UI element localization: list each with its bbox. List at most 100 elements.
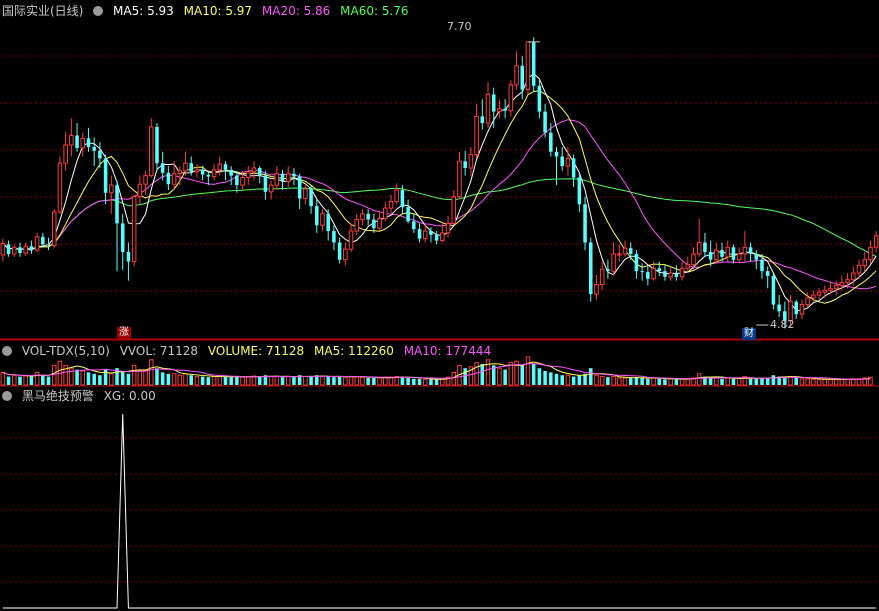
- candle-body: [348, 230, 354, 250]
- candle-body: [708, 252, 713, 260]
- volume-bar: [131, 364, 137, 386]
- volume-bar: [383, 376, 388, 386]
- cai-marker[interactable]: 财: [742, 328, 756, 340]
- candle-body: [583, 204, 587, 243]
- candle-body: [491, 94, 496, 112]
- candle-body: [417, 229, 422, 239]
- candle-body: [51, 211, 57, 246]
- candle-body: [445, 222, 451, 234]
- volume-bar: [845, 378, 850, 386]
- volume-bar: [348, 376, 354, 386]
- volume-bar: [160, 372, 165, 385]
- candle-body: [257, 167, 262, 176]
- volume-bar: [560, 375, 564, 385]
- candle-body: [748, 247, 753, 254]
- candle-body: [223, 164, 228, 170]
- volume-bar: [377, 377, 382, 386]
- settings-dot-icon[interactable]: [93, 6, 104, 16]
- volume-bar: [69, 367, 74, 386]
- candle-body: [714, 249, 719, 261]
- ma10-label: MA10: 5.97: [183, 4, 253, 18]
- candle-body: [6, 244, 11, 254]
- volume-bar: [400, 376, 405, 385]
- main-panel-header: 国际实业(日线) MA5: 5.93 MA10: 5.97 MA20: 5.86…: [2, 3, 415, 19]
- volume-bar: [86, 372, 91, 385]
- volume-bar: [412, 378, 416, 385]
- volume-bar: [537, 368, 542, 385]
- volume-bar: [148, 359, 154, 386]
- candle-body: [480, 116, 485, 124]
- candle-body: [822, 289, 828, 293]
- candle-body: [372, 219, 376, 229]
- candle-body: [594, 284, 599, 295]
- candle-body: [845, 279, 850, 284]
- volume-bar: [714, 377, 719, 386]
- volume-bar: [634, 377, 639, 385]
- candle-body: [57, 162, 63, 213]
- candle-body: [440, 232, 445, 242]
- candle-body: [86, 138, 91, 147]
- candle-body: [777, 304, 781, 312]
- candle-body: [543, 111, 547, 133]
- candle-body: [565, 157, 571, 167]
- candle-body: [120, 223, 125, 253]
- volume-bar: [611, 376, 616, 386]
- volume-bar: [303, 376, 308, 386]
- candle-body: [23, 245, 28, 254]
- volume-bar: [720, 378, 724, 385]
- candle-body: [246, 171, 251, 179]
- volume-bar: [549, 372, 553, 385]
- settings-dot-icon[interactable]: [2, 391, 12, 401]
- volume-bar: [171, 373, 177, 386]
- candle-body: [326, 213, 330, 232]
- volume-bar: [18, 376, 22, 385]
- volume-bar: [326, 376, 330, 385]
- candle-body: [679, 267, 685, 278]
- zhang-marker[interactable]: 涨: [117, 327, 131, 339]
- candle-body: [640, 271, 644, 273]
- candle-body: [508, 84, 514, 112]
- volume-bar: [422, 378, 428, 386]
- volume-bar: [372, 378, 376, 385]
- candle-body: [503, 108, 507, 111]
- settings-dot-icon[interactable]: [2, 346, 12, 356]
- candle-body: [742, 246, 748, 255]
- candle-body: [41, 236, 45, 245]
- candle-body: [531, 41, 536, 86]
- volume-bar: [229, 377, 233, 385]
- candle-body: [394, 189, 399, 202]
- candle-body: [360, 213, 365, 221]
- candle-body: [760, 259, 764, 272]
- candle-body: [463, 161, 467, 168]
- candle-body: [131, 196, 137, 263]
- candle-body: [537, 85, 542, 112]
- volume-bar: [657, 378, 662, 385]
- candle-body: [668, 272, 673, 278]
- volume-bar: [177, 374, 183, 386]
- volume-bar: [109, 373, 114, 386]
- volume-bar: [274, 375, 280, 386]
- volume-bar: [805, 378, 810, 386]
- candle-body: [754, 253, 759, 260]
- ma5-line: [2, 72, 877, 311]
- volume-bar: [451, 371, 457, 386]
- volume-bar: [811, 378, 816, 386]
- volume-bar: [120, 371, 125, 385]
- volume-bar: [417, 378, 422, 385]
- volume-bar: [794, 378, 799, 385]
- volume-bar: [731, 378, 736, 385]
- candle-body: [377, 218, 382, 229]
- candle-body: [571, 158, 576, 178]
- volume-bar: [679, 378, 685, 386]
- candle-body: [736, 253, 742, 261]
- volume-bar: [75, 369, 79, 385]
- candle-body: [143, 175, 148, 185]
- candle-body: [166, 172, 171, 185]
- volume-bar: [343, 376, 348, 386]
- volume-bar: [251, 375, 257, 386]
- volume-bar: [708, 378, 713, 385]
- low-price-label: 4.82: [770, 318, 795, 331]
- volume-bar: [92, 373, 96, 385]
- volume-bar: [235, 376, 239, 385]
- candle-body: [194, 169, 200, 173]
